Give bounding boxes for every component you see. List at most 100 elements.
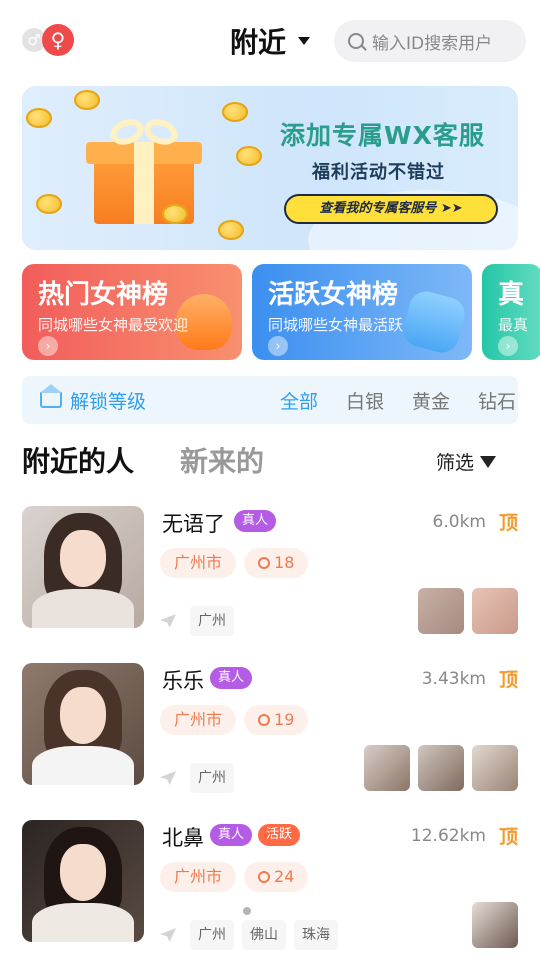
photo-thumbnails [364, 745, 518, 791]
level-options: 全部 白银 黄金 钻石 [266, 387, 530, 414]
real-person-badge: 真人 [234, 510, 277, 532]
level-filter-bar: 解锁等级 全部 白银 黄金 钻石 [22, 376, 518, 424]
coin-icon [162, 204, 188, 224]
count-chip: 18 [244, 548, 309, 578]
top-badge: 顶 [498, 826, 518, 848]
unlock-level-button[interactable]: 解锁等级 [40, 384, 147, 414]
photo-thumbnails [472, 902, 518, 948]
user-places: 广州 佛山 珠海 [160, 920, 338, 950]
chevron-right-icon: › [498, 336, 518, 356]
coin-icon [222, 102, 248, 122]
hot-goddess-card[interactable]: 热门女神榜 同城哪些女神最受欢迎 › [22, 264, 242, 360]
search-icon [258, 557, 271, 569]
tab-newcomers[interactable]: 新来的 [180, 440, 264, 480]
card-desc: 最真 [498, 316, 529, 334]
unlock-level-label: 解锁等级 [70, 390, 147, 413]
photo-thumbnail[interactable] [418, 745, 464, 791]
user-chips: 广州市 18 [160, 548, 309, 578]
search-input[interactable]: 输入ID搜索用户 [334, 20, 526, 62]
card-title: 真 [498, 280, 525, 310]
filter-icon [480, 455, 496, 468]
city-chip: 广州市 [160, 548, 237, 578]
user-badges: 真人 [210, 667, 253, 689]
search-icon [258, 714, 271, 726]
star-icon [399, 287, 469, 357]
chevron-right-icon: › [38, 336, 58, 356]
user-badges: 真人 [234, 510, 277, 532]
user-chips: 广州市 24 [160, 862, 309, 892]
filter-button[interactable]: 筛选 [436, 448, 496, 475]
active-goddess-card[interactable]: 活跃女神榜 同城哪些女神最活跃 › [252, 264, 472, 360]
coin-icon [74, 90, 100, 110]
list-tabs: 附近的人 新来的 筛选 [22, 440, 518, 484]
place-tag: 广州 [190, 763, 234, 793]
tab-nearby-people[interactable]: 附近的人 [22, 440, 134, 480]
count-value: 18 [274, 553, 295, 572]
coin-icon [218, 220, 244, 240]
distance: 3.43km [421, 669, 486, 689]
user-name: 乐乐 [162, 669, 204, 693]
user-badges: 真人 活跃 [210, 824, 301, 846]
user-places: 广州 [160, 606, 234, 636]
place-tag: 广州 [190, 606, 234, 636]
location-arrow-icon [160, 771, 176, 785]
location-dropdown[interactable]: 附近 [230, 22, 311, 60]
coin-icon [26, 108, 52, 128]
card-title: 热门女神榜 [38, 280, 169, 310]
real-person-badge: 真人 [210, 667, 253, 689]
search-placeholder: 输入ID搜索用户 [372, 33, 493, 54]
location-arrow-icon [160, 614, 176, 628]
distance: 6.0km [432, 512, 486, 532]
ranking-cards: 热门女神榜 同城哪些女神最受欢迎 › 活跃女神榜 同城哪些女神最活跃 › 真 最… [22, 264, 540, 362]
photo-thumbnail[interactable] [472, 745, 518, 791]
top-badge: 顶 [498, 669, 518, 691]
user-name: 北鼻 [162, 826, 204, 850]
card-desc: 同城哪些女神最活跃 [268, 316, 404, 334]
list-item[interactable]: 乐乐 真人 3.43km 顶 广州市 19 广州 [22, 663, 518, 793]
card-desc: 同城哪些女神最受欢迎 [38, 316, 189, 334]
location-title: 附近 [230, 26, 287, 59]
level-option-diamond[interactable]: 钻石 [464, 387, 530, 414]
user-chips: 广州市 19 [160, 705, 309, 735]
user-places: 广州 [160, 763, 234, 793]
female-icon[interactable]: ♀ [42, 24, 74, 56]
banner-subline: 福利活动不错过 [312, 162, 445, 183]
search-icon [348, 33, 364, 49]
photo-thumbnails [418, 588, 518, 634]
photo-thumbnail[interactable] [418, 588, 464, 634]
place-tag: 珠海 [294, 920, 338, 950]
real-goddess-card[interactable]: 真 最真 › [482, 264, 540, 360]
distance: 12.62km [410, 826, 486, 846]
header: ♂ ♀ 附近 输入ID搜索用户 [0, 0, 540, 84]
photo-thumbnail[interactable] [472, 588, 518, 634]
promo-banner[interactable]: 添加专属WX客服 福利活动不错过 查看我的专属客服号 ➤➤ [22, 86, 518, 250]
photo-thumbnail[interactable] [472, 902, 518, 948]
level-option-all[interactable]: 全部 [266, 387, 332, 414]
level-option-silver[interactable]: 白银 [332, 387, 398, 414]
scroll-indicator-dot [243, 907, 251, 915]
avatar[interactable] [22, 663, 144, 785]
count-value: 24 [274, 867, 295, 886]
active-badge: 活跃 [258, 824, 301, 846]
avatar[interactable] [22, 820, 144, 942]
list-item[interactable]: 北鼻 真人 活跃 12.62km 顶 广州市 24 广州 佛山 珠海 [22, 820, 518, 950]
coin-icon [36, 194, 62, 214]
top-badge: 顶 [498, 512, 518, 534]
list-item[interactable]: 无语了 真人 6.0km 顶 广州市 18 广州 [22, 506, 518, 636]
chevron-right-icon: › [268, 336, 288, 356]
level-option-gold[interactable]: 黄金 [398, 387, 464, 414]
coin-icon [236, 146, 262, 166]
caret-down-icon [298, 37, 311, 45]
city-chip: 广州市 [160, 705, 237, 735]
avatar[interactable] [22, 506, 144, 628]
count-value: 19 [274, 710, 295, 729]
crown-icon [40, 384, 62, 408]
card-title: 活跃女神榜 [268, 280, 399, 310]
photo-thumbnail[interactable] [364, 745, 410, 791]
real-person-badge: 真人 [210, 824, 253, 846]
banner-cta-button[interactable]: 查看我的专属客服号 ➤➤ [284, 194, 498, 224]
gender-toggle[interactable]: ♂ ♀ [22, 24, 78, 56]
count-chip: 19 [244, 705, 309, 735]
place-tag: 广州 [190, 920, 234, 950]
count-chip: 24 [244, 862, 309, 892]
